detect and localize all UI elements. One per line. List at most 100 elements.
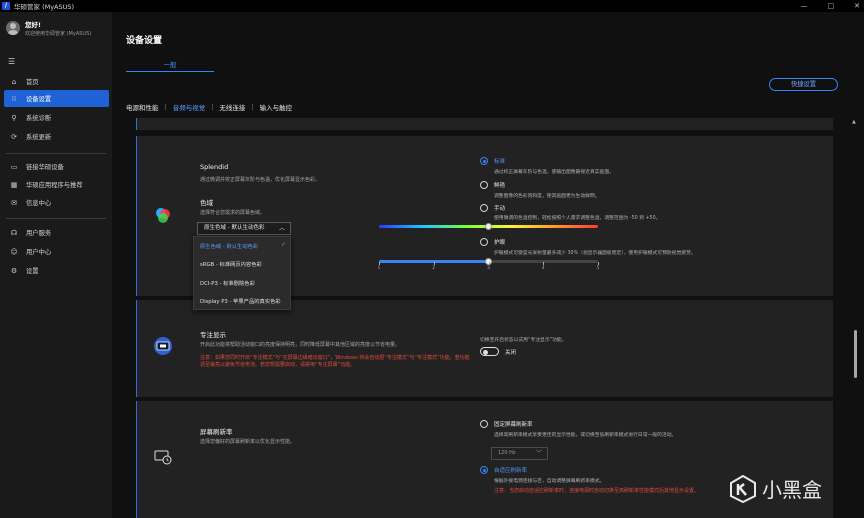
hamburger-menu-icon[interactable]: ☰: [8, 57, 15, 66]
subtab-separator: |: [164, 103, 167, 111]
user-profile[interactable]: 您好! 欢迎使用华硕管家 (MyASUS): [6, 19, 91, 37]
sidebar-item-label: 用户中心: [26, 249, 52, 256]
gamut-option-dcip3[interactable]: DCI-P3 - 标准剧院色彩: [200, 279, 255, 287]
quick-settings-button[interactable]: 快捷设置: [769, 78, 838, 91]
tab-underline: [126, 71, 214, 72]
mode-vivid-desc: 调整图像的色彩饱和度，使其画面更为生动鲜明。: [494, 194, 600, 199]
page-title: 设备设置: [126, 36, 163, 46]
headset-icon: ☊: [10, 228, 18, 237]
focus-display-toggle[interactable]: [480, 347, 499, 356]
gamut-select-value: 原生色域 - 默认生动色彩: [204, 225, 265, 231]
fixed-refresh-desc: 选择高刷新率模式享受更佳的显示性能，或切换至低刷新率模式进行日常一般的活动。: [494, 433, 677, 438]
eye-care-tick: [488, 262, 490, 265]
sidebar-item-link-devices[interactable]: ▭ 链接华硕设备: [4, 158, 109, 175]
adaptive-refresh-label: 自适应刷新率: [494, 468, 528, 474]
color-gamut-icon: [156, 208, 170, 223]
link-device-icon: ▭: [10, 162, 18, 171]
radio-vivid[interactable]: [480, 181, 488, 189]
scroll-up-icon[interactable]: ▲: [852, 119, 856, 125]
sidebar-item-support[interactable]: ☊ 用户服务: [4, 224, 109, 241]
hz-value: 120 Hz: [498, 450, 516, 456]
mode-eyecare-desc: 护眼模式可使蓝光发射量最多减少 30%（视显示器面板而定），使用护眼模式可预防视…: [494, 251, 696, 256]
subtab-separator: |: [211, 103, 214, 111]
sidebar-item-label: 设置: [26, 268, 39, 275]
divider: [6, 218, 106, 219]
subtab-input[interactable]: 输入与触控: [260, 102, 293, 112]
maximize-button[interactable]: □: [828, 2, 835, 10]
radio-eye-care[interactable]: [480, 238, 488, 246]
subtab-audio-visual[interactable]: 音频与视觉: [173, 102, 206, 112]
sidebar-item-apps[interactable]: ▦ 华硕应用程序与推荐: [4, 176, 109, 193]
divider: [6, 153, 106, 154]
focus-toggle-label: 关闭: [505, 350, 517, 356]
eye-care-tick: [598, 262, 599, 265]
heybox-logo-icon: [730, 474, 756, 503]
scrollbar-thumb[interactable]: [854, 330, 857, 378]
focus-toggle-desc: 切换至开启状态以试用“专注显示”功能。: [480, 338, 567, 343]
title-bar: / 华硕管家 (MyASUS) — □ ✕: [0, 0, 864, 12]
check-icon: ✓: [281, 241, 287, 248]
mode-standard-label: 标准: [494, 159, 506, 165]
sidebar: 您好! 欢迎使用华硕管家 (MyASUS) ☰ ⌂ 首页 ⁞⁞ 设备设置 ⚲ 系…: [0, 12, 112, 518]
focus-warning: 注意：如果您同时开启“专注模式”与“在屏幕边缘暗淡窗口”，Windows 将会自…: [200, 355, 470, 368]
subtab-separator: |: [251, 103, 254, 111]
gamut-dropdown: 原生色域 - 默认生动色彩 ✓ sRGB - 标准网页内容色彩 DCI-P3 -…: [193, 236, 291, 310]
sidebar-item-messages[interactable]: ✉ 信息中心: [4, 194, 109, 211]
sidebar-item-label: 用户服务: [26, 230, 52, 237]
sidebar-item-home[interactable]: ⌂ 首页: [4, 73, 109, 90]
gamut-option-srgb[interactable]: sRGB - 标准网页内容色彩: [200, 260, 262, 268]
sidebar-item-label: 设备设置: [26, 96, 52, 103]
radio-fixed-refresh[interactable]: [480, 420, 488, 428]
sidebar-item-label: 链接华硕设备: [26, 164, 64, 171]
gamut-option-displayp3[interactable]: Display P3 - 苹果产品的真实色彩: [200, 297, 281, 305]
sidebar-item-diagnosis[interactable]: ⚲ 系统诊断: [4, 109, 109, 126]
sidebar-item-device-settings[interactable]: ⁞⁞ 设备设置: [4, 90, 109, 107]
sidebar-item-label: 系统更新: [26, 134, 52, 141]
sidebar-item-user-center[interactable]: ☺ 用户中心: [4, 243, 109, 260]
eye-care-tick: [543, 262, 545, 265]
focus-display-icon: [154, 337, 172, 355]
splendid-title: Splendid: [200, 163, 229, 171]
subtab-power[interactable]: 电源和性能: [126, 102, 159, 112]
gamut-option-native[interactable]: 原生色域 - 默认生动色彩: [200, 242, 258, 250]
update-icon: ⟳: [11, 132, 17, 141]
eye-care-tick-label: 4: [541, 266, 545, 271]
sidebar-item-settings[interactable]: ⚙ 设置: [4, 262, 109, 279]
eye-care-tick-label: 5: [596, 266, 600, 271]
app-title: 华硕管家 (MyASUS): [14, 3, 75, 11]
color-temp-slider-knob[interactable]: [485, 223, 492, 230]
tab-general[interactable]: 一般: [126, 59, 214, 69]
diagnosis-icon: ⚲: [11, 113, 17, 122]
message-icon: ✉: [11, 198, 17, 207]
sidebar-item-label: 信息中心: [26, 200, 52, 207]
settings-card-previous: [136, 118, 833, 130]
refresh-rate-card: [136, 401, 833, 518]
mode-manual-desc: 使用微调的色温控制，轻松按照个人需求调整色温，调整范围为 -50 到 +50。: [494, 216, 661, 221]
mode-eyecare-label: 护眼: [494, 240, 506, 246]
refresh-hz-select[interactable]: 120 Hz ﹀: [491, 447, 548, 460]
radio-manual[interactable]: [480, 204, 488, 212]
mode-vivid-label: 鲜艳: [494, 183, 506, 189]
chevron-up-icon: ︿: [278, 225, 285, 232]
refresh-desc: 选择您偏好的屏幕刷新率以优化显示性能。: [200, 439, 296, 445]
radio-standard[interactable]: [480, 157, 488, 165]
eye-care-tick-label: 3: [487, 266, 490, 271]
scrollbar-track[interactable]: [854, 117, 857, 517]
welcome-text: 欢迎使用华硕管家 (MyASUS): [25, 31, 92, 37]
window-controls: — □ ✕: [801, 0, 861, 12]
focus-desc: 开启此功能将帮助活动窗口的亮度保持明亮，同时降低屏幕中其他区域的亮度以节省电量。: [200, 342, 401, 348]
watermark: 小黑盒: [730, 474, 822, 503]
refresh-title: 屏幕刷新率: [200, 428, 233, 436]
close-button[interactable]: ✕: [854, 2, 860, 10]
watermark-text: 小黑盒: [762, 478, 822, 502]
gamut-select[interactable]: 原生色域 - 默认生动色彩 ︿: [197, 222, 291, 235]
subtab-wireless[interactable]: 无线连接: [219, 102, 245, 112]
minimize-button[interactable]: —: [801, 2, 808, 10]
sidebar-item-label: 首页: [26, 79, 39, 86]
sidebar-item-update[interactable]: ⟳ 系统更新: [4, 128, 109, 145]
radio-adaptive-refresh[interactable]: [480, 466, 488, 474]
adaptive-refresh-warning: 注意：当您启动自适应刷新率时，连接电源时自动切换至高刷新率性能模式后其他显示设置…: [494, 488, 700, 494]
eye-care-tick-label: 2: [432, 266, 436, 271]
subtabs: 电源和性能 | 音频与视觉 | 无线连接 | 输入与触控: [126, 102, 292, 112]
settings-grid-icon: ⁞⁞: [11, 94, 17, 103]
